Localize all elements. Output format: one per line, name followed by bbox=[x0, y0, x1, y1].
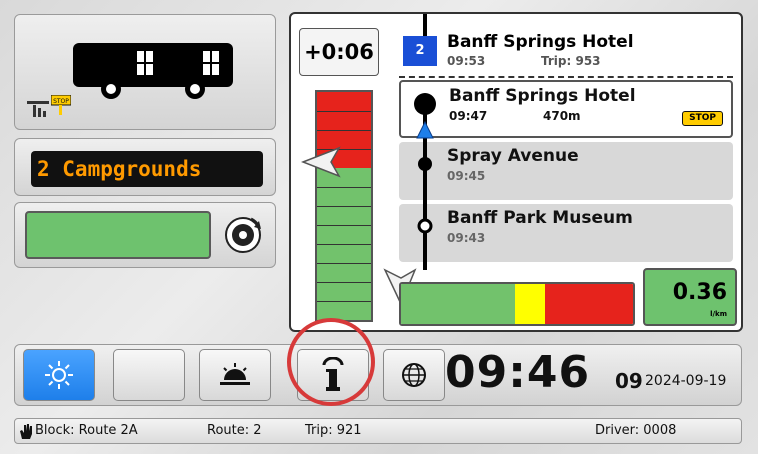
status-block: Block: Route 2A bbox=[35, 423, 138, 438]
clock-date: 2024-09-19 bbox=[645, 373, 727, 389]
tire-icon[interactable] bbox=[221, 213, 265, 257]
highlight-ring bbox=[287, 318, 375, 406]
globe-icon bbox=[402, 363, 426, 387]
status-trip: Trip: 921 bbox=[305, 423, 362, 438]
status-bar: Block: Route 2A Route: 2 Trip: 921 Drive… bbox=[14, 418, 742, 444]
status-route: Route: 2 bbox=[207, 423, 262, 438]
stop-sign-icon: STOP bbox=[51, 95, 71, 115]
clock-seconds: 09 bbox=[615, 369, 643, 393]
performance-bad-zone bbox=[545, 284, 633, 324]
dim-mode-button[interactable] bbox=[199, 349, 271, 401]
performance-warn-zone bbox=[515, 284, 545, 324]
fuel-consumption: 0.36 l/km bbox=[643, 268, 737, 326]
bus-icon bbox=[73, 43, 233, 99]
moon-icon bbox=[138, 362, 159, 387]
status-driver: Driver: 0008 bbox=[595, 423, 677, 438]
language-button[interactable] bbox=[383, 349, 445, 401]
driving-performance-bar bbox=[399, 282, 635, 326]
speed-indicator-bar bbox=[25, 211, 211, 259]
sun-icon bbox=[45, 361, 73, 389]
schedule-panel: +0:06 2 Banff Springs Hotel 09:53 Trip: … bbox=[289, 12, 743, 332]
day-mode-button[interactable] bbox=[23, 349, 95, 401]
route-sign-panel: 2 Campgrounds bbox=[14, 138, 276, 196]
speed-panel bbox=[14, 202, 276, 268]
performance-good-zone bbox=[401, 284, 515, 324]
vehicle-status-panel: STOP bbox=[14, 14, 276, 130]
hand-icon bbox=[20, 424, 32, 439]
route-destination-sign: 2 Campgrounds bbox=[31, 151, 263, 187]
control-bar: 09:46 09 2024-09-19 bbox=[14, 344, 742, 406]
night-mode-button[interactable] bbox=[113, 349, 185, 401]
clock-time: 09:46 bbox=[445, 347, 591, 398]
fuel-value: 0.36 bbox=[672, 280, 727, 305]
signal-icon bbox=[27, 101, 49, 117]
fuel-unit: l/km bbox=[710, 310, 727, 318]
dimmer-icon bbox=[220, 363, 250, 385]
svg-text:STOP: STOP bbox=[53, 98, 69, 105]
